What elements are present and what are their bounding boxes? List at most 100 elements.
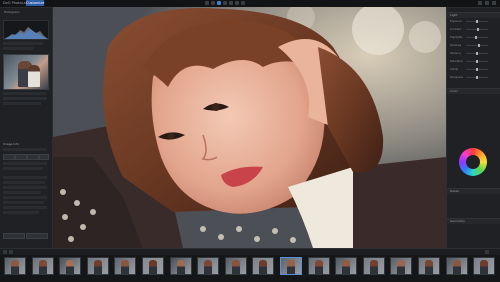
section-geometry[interactable]: Geometry (447, 218, 500, 224)
thumbnail-figure (93, 260, 102, 274)
fullscreen-icon[interactable] (241, 1, 245, 5)
thumbnail-figure (259, 260, 268, 274)
slider-track[interactable] (466, 60, 488, 63)
panel-button[interactable] (27, 154, 39, 160)
filmstrip-thumbnail[interactable] (390, 257, 413, 275)
filmstrip (0, 248, 500, 282)
preset-row[interactable] (3, 92, 47, 95)
filmstrip-thumbnail[interactable] (31, 257, 54, 275)
filmstrip-thumbnail[interactable] (335, 257, 358, 275)
filmstrip-toolbar (0, 249, 500, 255)
undo-icon[interactable] (205, 1, 209, 5)
slider-row[interactable]: Shadows (450, 44, 498, 47)
minimize-icon[interactable] (478, 1, 482, 5)
histogram (3, 20, 49, 40)
slider-track[interactable] (466, 68, 488, 71)
thumbnail-figure (204, 260, 213, 274)
thumbnail-figure (452, 260, 461, 274)
filmstrip-thumbnail[interactable] (307, 257, 330, 275)
thumbnail-figure (369, 260, 378, 274)
thumbnail-figure (11, 260, 19, 274)
slider-row[interactable]: Sharpness (450, 76, 498, 79)
panel-button[interactable] (3, 154, 15, 160)
slider-label: Vibrancy (450, 52, 461, 55)
filmstrip-thumbnail[interactable] (86, 257, 109, 275)
thumbnail-figure (66, 260, 75, 274)
filmstrip-thumbnail[interactable] (59, 257, 82, 275)
filmstrip-thumbnail[interactable] (362, 257, 385, 275)
thumbnail-figure (38, 260, 47, 274)
histogram-options[interactable] (3, 42, 43, 45)
slider-knob[interactable] (476, 52, 478, 55)
compare-icon[interactable] (217, 1, 221, 5)
app-brand: DxO PhotoLab (3, 1, 28, 5)
preview-figure (28, 65, 40, 87)
info-row (3, 206, 47, 209)
section-detail[interactable]: Detail (447, 188, 500, 194)
filmstrip-thumbnail[interactable] (418, 257, 440, 275)
info-row (3, 201, 44, 204)
slider-row[interactable]: Saturation (450, 60, 498, 63)
slider-knob[interactable] (476, 20, 478, 23)
redo-icon[interactable] (211, 1, 215, 5)
filmstrip-thumbnail[interactable] (169, 257, 192, 275)
slider-knob[interactable] (475, 36, 477, 39)
slider-row[interactable]: Clarity (450, 68, 498, 71)
slider-label: Contrast (450, 28, 461, 31)
image-viewer[interactable] (53, 7, 446, 248)
zoom-icon[interactable] (235, 1, 239, 5)
slider-track[interactable] (466, 44, 488, 47)
filmstrip-thumbnail[interactable] (445, 257, 468, 275)
slider-knob[interactable] (478, 44, 480, 47)
slider-knob[interactable] (476, 60, 479, 63)
slider-label: Shadows (450, 44, 462, 47)
grid-icon[interactable] (3, 250, 7, 254)
section-color[interactable]: Color (447, 88, 500, 94)
filmstrip-thumbnail[interactable] (197, 257, 220, 275)
slider-row[interactable]: Vibrancy (450, 52, 498, 55)
slider-track[interactable] (466, 76, 488, 79)
slider-knob[interactable] (475, 76, 478, 79)
list-icon[interactable] (9, 250, 13, 254)
filmstrip-thumbnail[interactable] (280, 257, 302, 275)
navigator-preview[interactable] (3, 54, 49, 90)
slider-track[interactable] (466, 28, 488, 31)
slider-row[interactable]: Contrast (450, 28, 498, 31)
slider-track[interactable] (466, 36, 488, 39)
filmstrip-thumbnail[interactable] (142, 257, 164, 275)
panel-button[interactable] (15, 154, 27, 160)
preset-row[interactable] (3, 102, 41, 105)
section-title: Geometry (450, 219, 465, 223)
tab-customize[interactable]: Customize (26, 0, 44, 6)
expand-icon[interactable] (485, 250, 489, 254)
panel-button[interactable] (3, 233, 25, 239)
close-icon[interactable] (492, 1, 496, 5)
filmstrip-thumbnail[interactable] (4, 257, 26, 275)
thumbnail-figure (231, 260, 240, 274)
filmstrip-thumbnail[interactable] (114, 257, 137, 275)
slider-knob[interactable] (476, 68, 478, 71)
toolbar-icons (205, 1, 245, 5)
brush-icon[interactable] (229, 1, 233, 5)
crop-icon[interactable] (223, 1, 227, 5)
filmstrip-thumbnail[interactable] (473, 257, 496, 275)
panel-button[interactable] (39, 154, 49, 160)
info-row (3, 148, 47, 151)
slider-row[interactable]: Exposure (450, 20, 498, 23)
color-wheel[interactable] (459, 148, 487, 176)
slider-label: Exposure (450, 20, 462, 23)
slider-label: Saturation (450, 60, 464, 63)
slider-label: Sharpness (450, 76, 464, 79)
slider-track[interactable] (466, 52, 488, 55)
filmstrip-thumbnail[interactable] (252, 257, 275, 275)
slider-track[interactable] (466, 20, 488, 23)
slider-row[interactable]: Highlights (450, 36, 498, 39)
slider-knob[interactable] (477, 28, 479, 31)
panel-button[interactable] (26, 233, 48, 239)
info-row (3, 167, 43, 170)
info-row (3, 186, 47, 189)
filmstrip-thumbnail[interactable] (224, 257, 247, 275)
preset-row[interactable] (3, 97, 47, 100)
section-light[interactable]: Light (447, 12, 500, 18)
maximize-icon[interactable] (485, 1, 489, 5)
